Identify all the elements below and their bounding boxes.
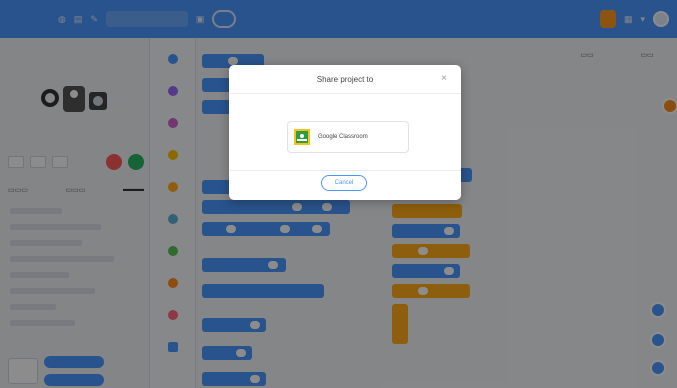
dialog-title: Share project to <box>316 75 374 84</box>
close-icon[interactable]: × <box>441 73 447 84</box>
google-classroom-option[interactable]: Google Classroom <box>287 121 409 153</box>
share-dialog: Share project to × Google Classroom Canc… <box>229 65 461 200</box>
google-classroom-icon <box>294 129 310 145</box>
dialog-divider <box>229 93 461 94</box>
classroom-glyph <box>297 134 307 141</box>
cancel-button[interactable]: Cancel <box>321 175 367 191</box>
dialog-footer-divider <box>229 170 461 171</box>
google-classroom-label: Google Classroom <box>318 134 368 140</box>
